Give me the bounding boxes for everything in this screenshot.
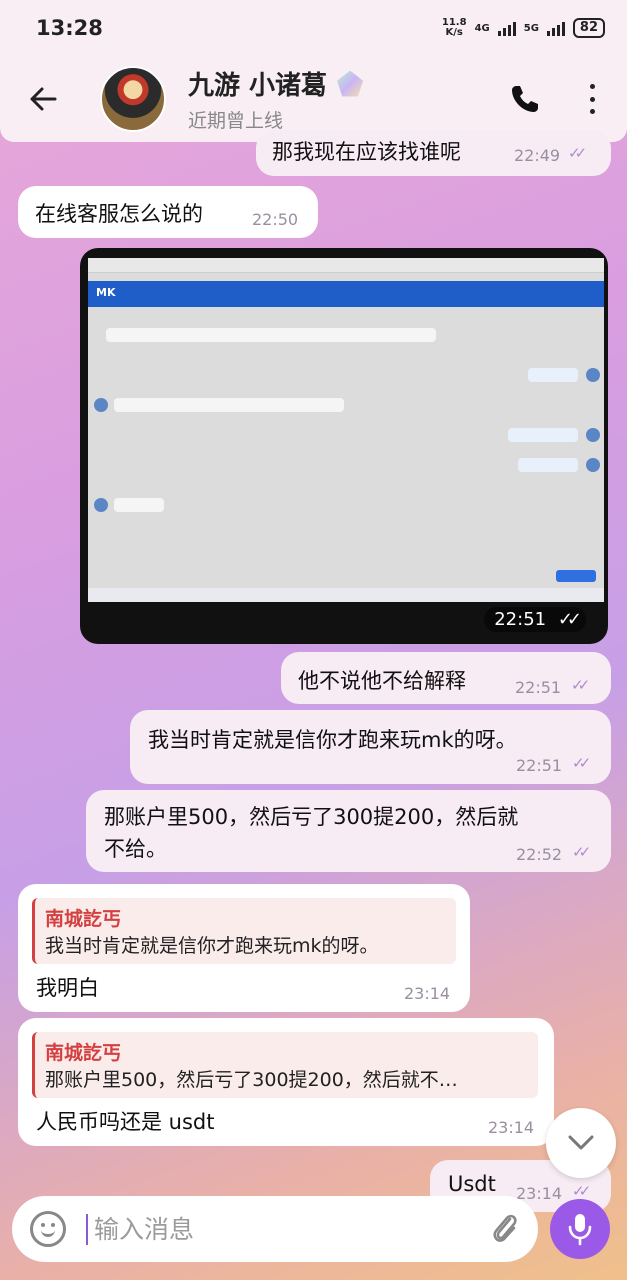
message-outgoing[interactable]: 我当时肯定就是信你才跑来玩mk的呀。 22:51 ✓✓ (130, 710, 611, 784)
scroll-to-bottom-button[interactable] (546, 1108, 616, 1178)
photo-time: 22:51 ✓✓ (484, 607, 586, 632)
read-check-icon: ✓✓ (572, 1182, 591, 1200)
message-incoming-reply[interactable]: 南城訖丐 我当时肯定就是信你才跑来玩mk的呀。 我明白 23:14 (18, 884, 470, 1012)
message-time: 22:52 (516, 845, 563, 864)
message-time: 22:51 (515, 678, 562, 697)
message-text: 人民币吗还是 usdt (36, 1110, 215, 1134)
message-time: 22:49 (514, 146, 561, 165)
message-text: 在线客服怎么说的 (35, 202, 203, 226)
mk-logo-image: MK (96, 286, 116, 299)
read-check-icon: ✓✓ (572, 843, 591, 861)
message-time: 22:50 (252, 210, 299, 229)
message-outgoing[interactable]: 那我现在应该找谁呢 22:49 ✓✓ (256, 130, 611, 176)
message-time: 23:14 (404, 984, 451, 1003)
read-check-icon: ✓✓ (571, 676, 590, 694)
status-icons: 11.8 K/s 4G 5G 82 (442, 18, 605, 38)
message-text: 他不说他不给解释 (298, 669, 466, 693)
read-check-icon: ✓✓ (557, 609, 582, 630)
message-time: 23:14 (516, 1184, 563, 1203)
chat-title-block[interactable]: 九游 小诸葛 近期曾上线 (188, 65, 509, 133)
message-incoming[interactable]: 在线客服怎么说的 22:50 (18, 186, 318, 238)
reply-author: 南城訖丐 (45, 1042, 122, 1064)
message-time: 23:14 (488, 1118, 535, 1137)
reply-text: 我当时肯定就是信你才跑来玩mk的呀。 (45, 935, 379, 957)
read-check-icon: ✓✓ (572, 754, 591, 772)
message-text-line1: 那账户里500，然后亏了300提200，然后就 (104, 805, 519, 829)
paperclip-icon[interactable] (490, 1211, 520, 1247)
read-check-icon: ✓✓ (568, 144, 587, 162)
message-composer (12, 1196, 538, 1262)
last-seen-status: 近期曾上线 (188, 110, 284, 132)
premium-gem-icon (337, 70, 364, 97)
message-text: 我明白 (36, 976, 99, 1000)
back-arrow-icon[interactable] (28, 84, 58, 114)
photo-screenshot: MK (88, 258, 604, 588)
message-input[interactable] (86, 1213, 490, 1245)
message-outgoing[interactable]: 那账户里500，然后亏了300提200，然后就 不给。 22:52 ✓✓ (86, 790, 611, 872)
message-text: 那我现在应该找谁呢 (272, 140, 461, 164)
chat-title: 九游 小诸葛 (188, 71, 328, 101)
message-text-line2: 不给。 (104, 837, 167, 861)
message-outgoing[interactable]: 他不说他不给解释 22:51 ✓✓ (281, 652, 611, 704)
photo-message[interactable]: MK 22:51 ✓✓ (80, 248, 608, 644)
message-incoming-reply[interactable]: 南城訖丐 那账户里500，然后亏了300提200，然后就不… 人民币吗还是 us… (18, 1018, 554, 1146)
reply-author: 南城訖丐 (45, 908, 122, 930)
message-text: 我当时肯定就是信你才跑来玩mk的呀。 (148, 728, 517, 752)
reply-quote[interactable]: 南城訖丐 我当时肯定就是信你才跑来玩mk的呀。 (32, 898, 456, 964)
status-time: 13:28 (36, 16, 103, 40)
phone-call-icon[interactable] (509, 83, 541, 115)
message-time: 22:51 (516, 756, 563, 775)
chevron-down-icon (568, 1135, 594, 1150)
reply-quote[interactable]: 南城訖丐 那账户里500，然后亏了300提200，然后就不… (32, 1032, 538, 1098)
signal-icon (497, 20, 516, 36)
status-bar: 13:28 11.8 K/s 4G 5G 82 (0, 0, 627, 56)
avatar[interactable] (100, 66, 166, 132)
message-text: Usdt (448, 1172, 496, 1196)
more-options-icon[interactable] (587, 84, 597, 114)
network-4g: 4G (474, 22, 490, 34)
battery-icon: 82 (572, 18, 605, 38)
net-speed: 11.8 K/s (441, 17, 467, 38)
voice-record-button[interactable] (550, 1199, 610, 1259)
reply-text: 那账户里500，然后亏了300提200，然后就不… (45, 1069, 458, 1091)
microphone-icon (568, 1214, 592, 1246)
network-5g: 5G (523, 22, 539, 34)
signal-icon-2 (546, 20, 565, 36)
emoji-icon[interactable] (30, 1211, 66, 1247)
